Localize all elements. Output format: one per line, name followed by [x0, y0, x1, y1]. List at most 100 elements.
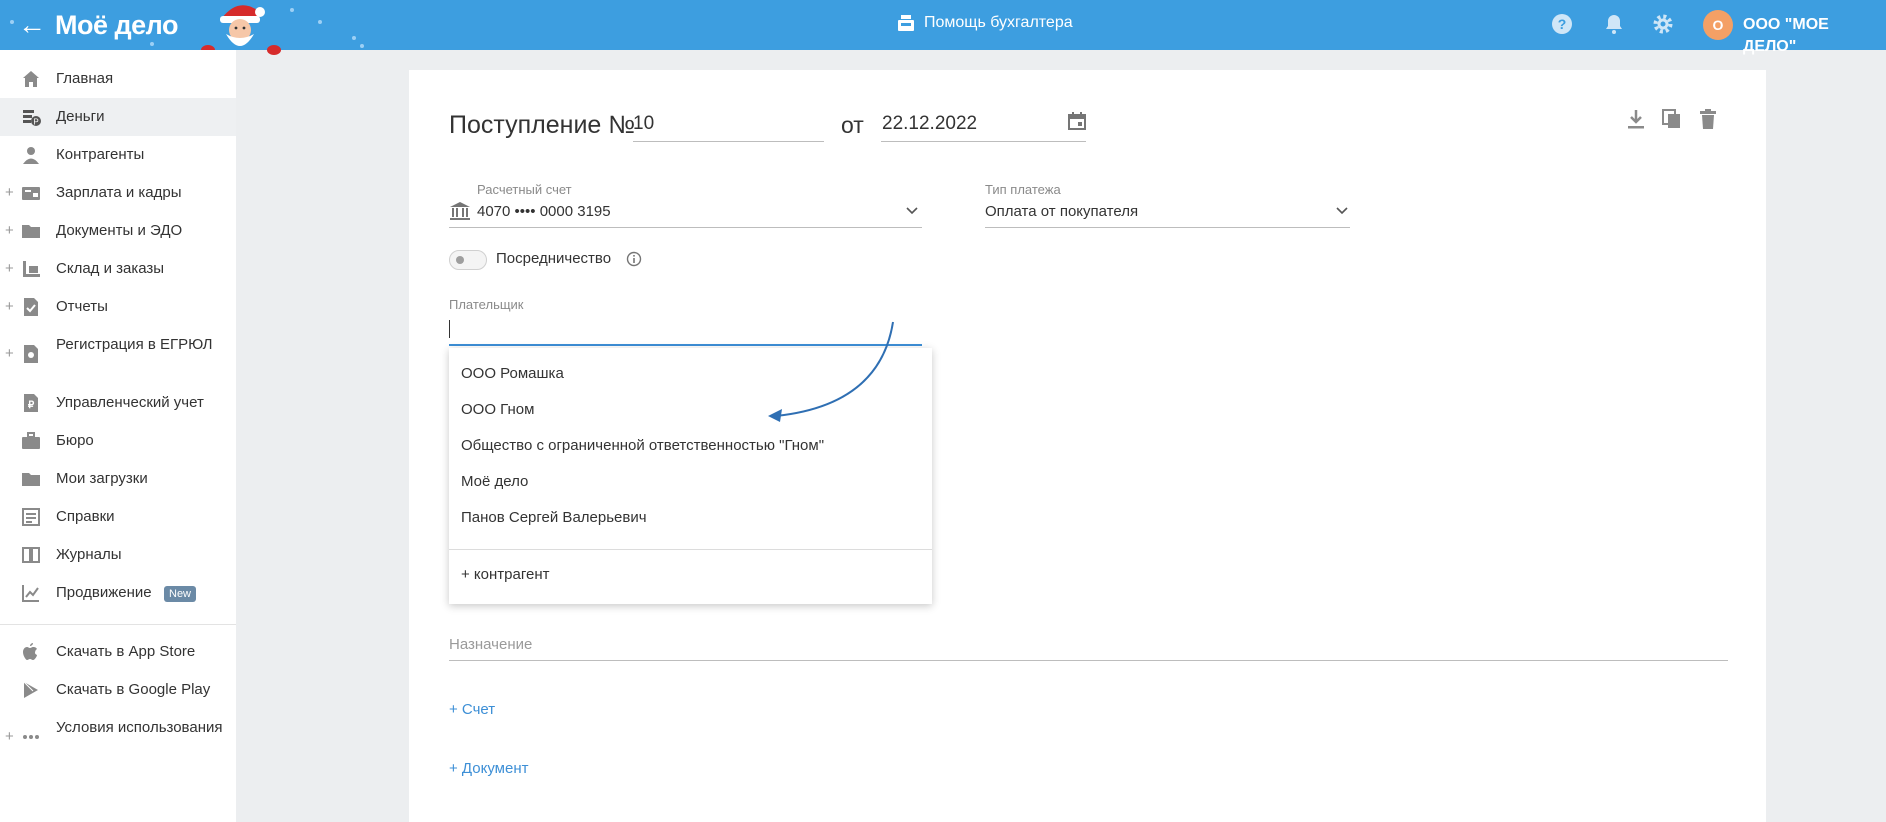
dropdown-option[interactable]: Общество с ограниченной ответственностью… [461, 436, 824, 456]
cash-register-icon [898, 15, 914, 31]
sidebar-item-management[interactable]: ₽ Управленческий учет [0, 384, 236, 422]
date-prefix-label: от [841, 112, 864, 138]
add-contractor-button[interactable]: + контрагент [461, 565, 549, 585]
copy-icon[interactable] [1661, 108, 1683, 130]
payer-label: Плательщик [449, 297, 524, 312]
app-logo[interactable]: Моё дело [55, 9, 178, 41]
chevron-down-icon[interactable] [905, 206, 919, 216]
expand-icon[interactable]: + [5, 183, 14, 203]
sidebar-item-references[interactable]: Справки [0, 498, 236, 536]
bell-icon[interactable] [1602, 12, 1626, 36]
page-title: Поступление № [449, 111, 636, 139]
chart-icon [22, 585, 39, 602]
dropdown-option[interactable]: ООО Гном [461, 400, 534, 420]
sidebar-item-label: Условия использования [56, 719, 223, 736]
help-icon[interactable]: ? [1550, 12, 1574, 36]
date-underline [881, 141, 1086, 142]
expand-icon[interactable]: + [5, 297, 14, 317]
mediation-label: Посредничество [496, 250, 612, 267]
download-icon[interactable] [1625, 108, 1647, 130]
trash-icon[interactable] [1697, 108, 1719, 130]
sidebar-item-label: Главная [56, 70, 114, 87]
expand-icon[interactable]: + [5, 727, 14, 747]
chevron-down-icon[interactable] [1335, 206, 1349, 216]
snowflake-icon [318, 20, 322, 24]
sidebar-item-label: Контрагенты [56, 146, 145, 163]
salary-icon [22, 187, 40, 200]
back-arrow-icon[interactable]: ← [18, 10, 46, 40]
number-underline [633, 141, 824, 142]
add-document-link[interactable]: + Документ [449, 759, 528, 779]
dropdown-option[interactable]: Моё дело [461, 472, 528, 492]
sidebar-item-label: Регистрация в ЕГРЮЛ [56, 336, 213, 353]
bank-icon [450, 202, 470, 220]
helper-label: Помощь бухгалтера [924, 14, 1073, 31]
sidebar-item-label: Продвижение [56, 584, 152, 601]
home-icon [23, 71, 39, 87]
list-icon [22, 508, 40, 526]
journal-icon [22, 547, 40, 563]
account-underline [449, 227, 922, 228]
calendar-icon[interactable] [1067, 111, 1087, 131]
sidebar-item-label: Документы и ЭДО [56, 222, 183, 239]
dropdown-divider [449, 549, 932, 550]
org-name[interactable]: ООО "МОЕ ДЕЛО" [1743, 14, 1886, 58]
sidebar-item-downloads[interactable]: Мои загрузки [0, 460, 236, 498]
sidebar-item-money[interactable]: P Деньги [0, 98, 236, 136]
sidebar: Главная P Деньги Контрагенты + Зарплата … [0, 50, 236, 822]
document-number-input[interactable]: 10 [633, 110, 654, 138]
account-label: Расчетный счет [477, 182, 572, 197]
sidebar-item-terms[interactable]: + Условия использования [0, 709, 236, 767]
dropdown-option[interactable]: Панов Сергей Валерьевич [461, 508, 647, 528]
sidebar-item-bureau[interactable]: Бюро [0, 422, 236, 460]
sidebar-item-promotion[interactable]: Продвижение New [0, 574, 236, 612]
folder-icon [22, 225, 40, 238]
report-icon [24, 298, 38, 316]
org-avatar[interactable]: О [1703, 10, 1733, 40]
sidebar-item-google-play[interactable]: Скачать в Google Play [0, 671, 236, 709]
money-icon: P [23, 110, 41, 127]
sidebar-item-home[interactable]: Главная [0, 60, 236, 98]
payer-underline-active [449, 344, 922, 346]
purpose-underline [449, 660, 1728, 661]
sidebar-item-warehouse[interactable]: + Склад и заказы [0, 250, 236, 288]
expand-icon[interactable]: + [5, 221, 14, 241]
info-icon[interactable] [626, 251, 642, 267]
add-invoice-link[interactable]: + Счет [449, 700, 495, 720]
sidebar-item-contractors[interactable]: Контрагенты [0, 136, 236, 174]
sidebar-item-label: Журналы [56, 546, 122, 563]
snowflake-icon [290, 8, 294, 12]
svg-text:P: P [33, 118, 38, 127]
sidebar-item-label: Бюро [56, 432, 94, 449]
warehouse-icon [23, 261, 40, 277]
dropdown-option[interactable]: ООО Ромашка [461, 364, 564, 384]
toggle-knob [456, 256, 464, 264]
date-input[interactable]: 22.12.2022 [882, 110, 977, 138]
sidebar-item-documents[interactable]: + Документы и ЭДО [0, 212, 236, 250]
briefcase-icon [22, 432, 40, 449]
folder-icon [22, 473, 40, 486]
sidebar-item-label: Зарплата и кадры [56, 184, 182, 201]
snowflake-icon [360, 44, 364, 48]
apple-icon [23, 643, 37, 660]
expand-icon[interactable]: + [5, 344, 14, 364]
sidebar-item-salary[interactable]: + Зарплата и кадры [0, 174, 236, 212]
account-select[interactable]: 4070 •••• 0000 3195 [477, 202, 611, 222]
sidebar-item-label: Деньги [56, 108, 105, 125]
sidebar-item-label: Склад и заказы [56, 260, 165, 277]
gear-icon[interactable] [1651, 12, 1675, 36]
snowflake-icon [150, 42, 154, 46]
payment-type-select[interactable]: Оплата от покупателя [985, 202, 1138, 222]
purpose-input[interactable]: Назначение [449, 635, 532, 655]
accountant-help-button[interactable]: Помощь бухгалтера [896, 12, 1073, 34]
text-cursor [449, 320, 450, 338]
management-icon: ₽ [24, 394, 38, 412]
sidebar-item-reports[interactable]: + Отчеты [0, 288, 236, 326]
expand-icon[interactable]: + [5, 259, 14, 279]
sidebar-item-registration[interactable]: + Регистрация в ЕГРЮЛ [0, 326, 236, 384]
mediation-toggle[interactable] [449, 250, 487, 270]
sidebar-item-app-store[interactable]: Скачать в App Store [0, 633, 236, 671]
more-icon [23, 735, 39, 739]
sidebar-item-journals[interactable]: Журналы [0, 536, 236, 574]
sidebar-item-label: Отчеты [56, 298, 108, 315]
